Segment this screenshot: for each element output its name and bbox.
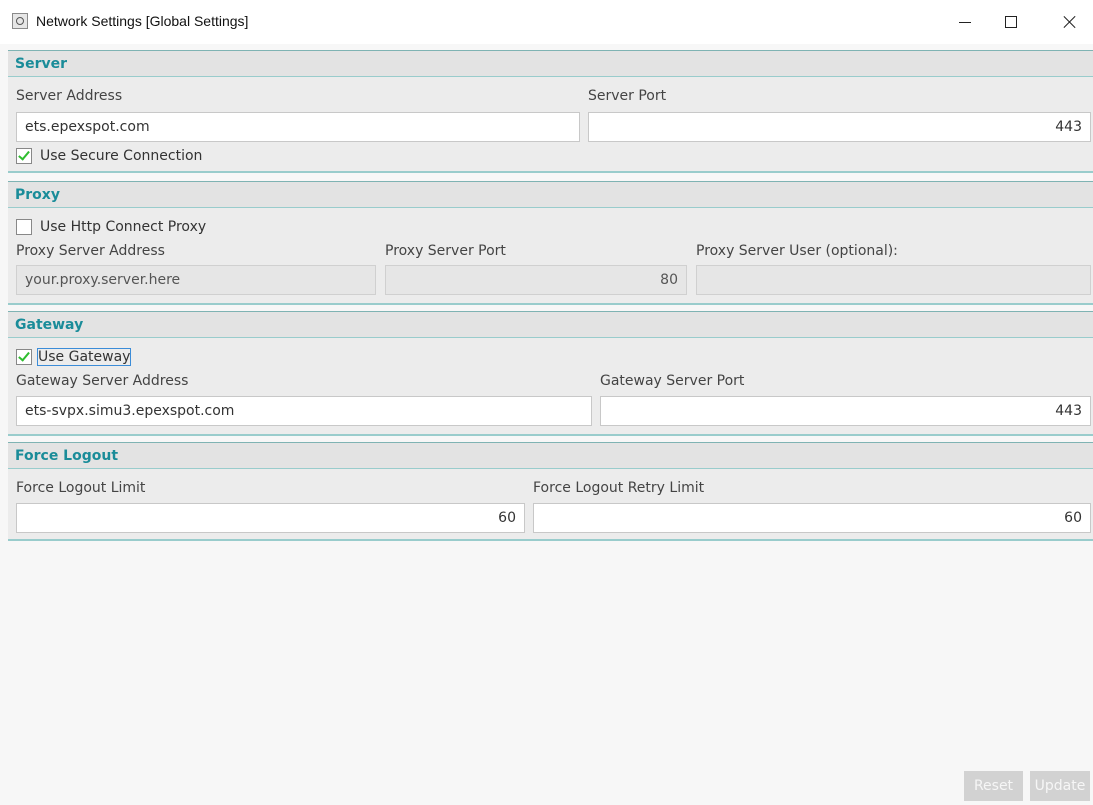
server-address-label: Server Address [16,88,123,104]
gateway-address-label: Gateway Server Address [16,373,189,389]
proxy-port-label: Proxy Server Port [385,243,506,259]
checkmark-icon [18,349,30,362]
server-port-label: Server Port [588,88,667,104]
use-gateway-checkbox[interactable] [16,349,32,365]
minimize-button[interactable] [942,0,988,44]
maximize-button[interactable] [988,0,1034,44]
update-button[interactable]: Update [1030,771,1090,801]
checkmark-icon [18,148,30,161]
server-port-input[interactable]: 443 [588,112,1091,142]
minimize-icon [959,21,971,23]
proxy-address-input[interactable]: your.proxy.server.here [16,265,376,295]
force-logout-limit-input[interactable]: 60 [16,503,525,533]
app-gear-icon [12,13,28,29]
gateway-address-input[interactable]: ets-svpx.simu3.epexspot.com [16,396,592,426]
proxy-section-header: Proxy [8,182,1093,208]
title-bar: Network Settings [Global Settings] [0,0,1093,44]
proxy-user-label: Proxy Server User (optional): [696,243,898,259]
gateway-port-input[interactable]: 443 [600,396,1091,426]
force-logout-retry-label: Force Logout Retry Limit [533,480,705,496]
use-gateway-label[interactable]: Use Gateway [36,348,132,366]
server-section-header: Server [8,51,1093,77]
http-proxy-checkbox[interactable] [16,219,32,235]
force-logout-limit-label: Force Logout Limit [16,480,146,496]
secure-connection-checkbox[interactable] [16,148,32,164]
reset-button[interactable]: Reset [964,771,1023,801]
window-title: Network Settings [Global Settings] [36,13,249,29]
gateway-port-label: Gateway Server Port [600,373,745,389]
close-button[interactable] [1047,0,1093,44]
http-proxy-label[interactable]: Use Http Connect Proxy [40,219,206,235]
force-logout-section-header: Force Logout [8,443,1093,469]
proxy-address-label: Proxy Server Address [16,243,165,259]
secure-connection-label[interactable]: Use Secure Connection [40,148,202,164]
server-address-input[interactable]: ets.epexspot.com [16,112,580,142]
force-logout-retry-input[interactable]: 60 [533,503,1091,533]
gateway-section-header: Gateway [8,312,1093,338]
proxy-user-input[interactable] [696,265,1091,295]
proxy-port-input[interactable]: 80 [385,265,687,295]
maximize-icon [1005,16,1017,28]
close-icon [1063,15,1077,29]
